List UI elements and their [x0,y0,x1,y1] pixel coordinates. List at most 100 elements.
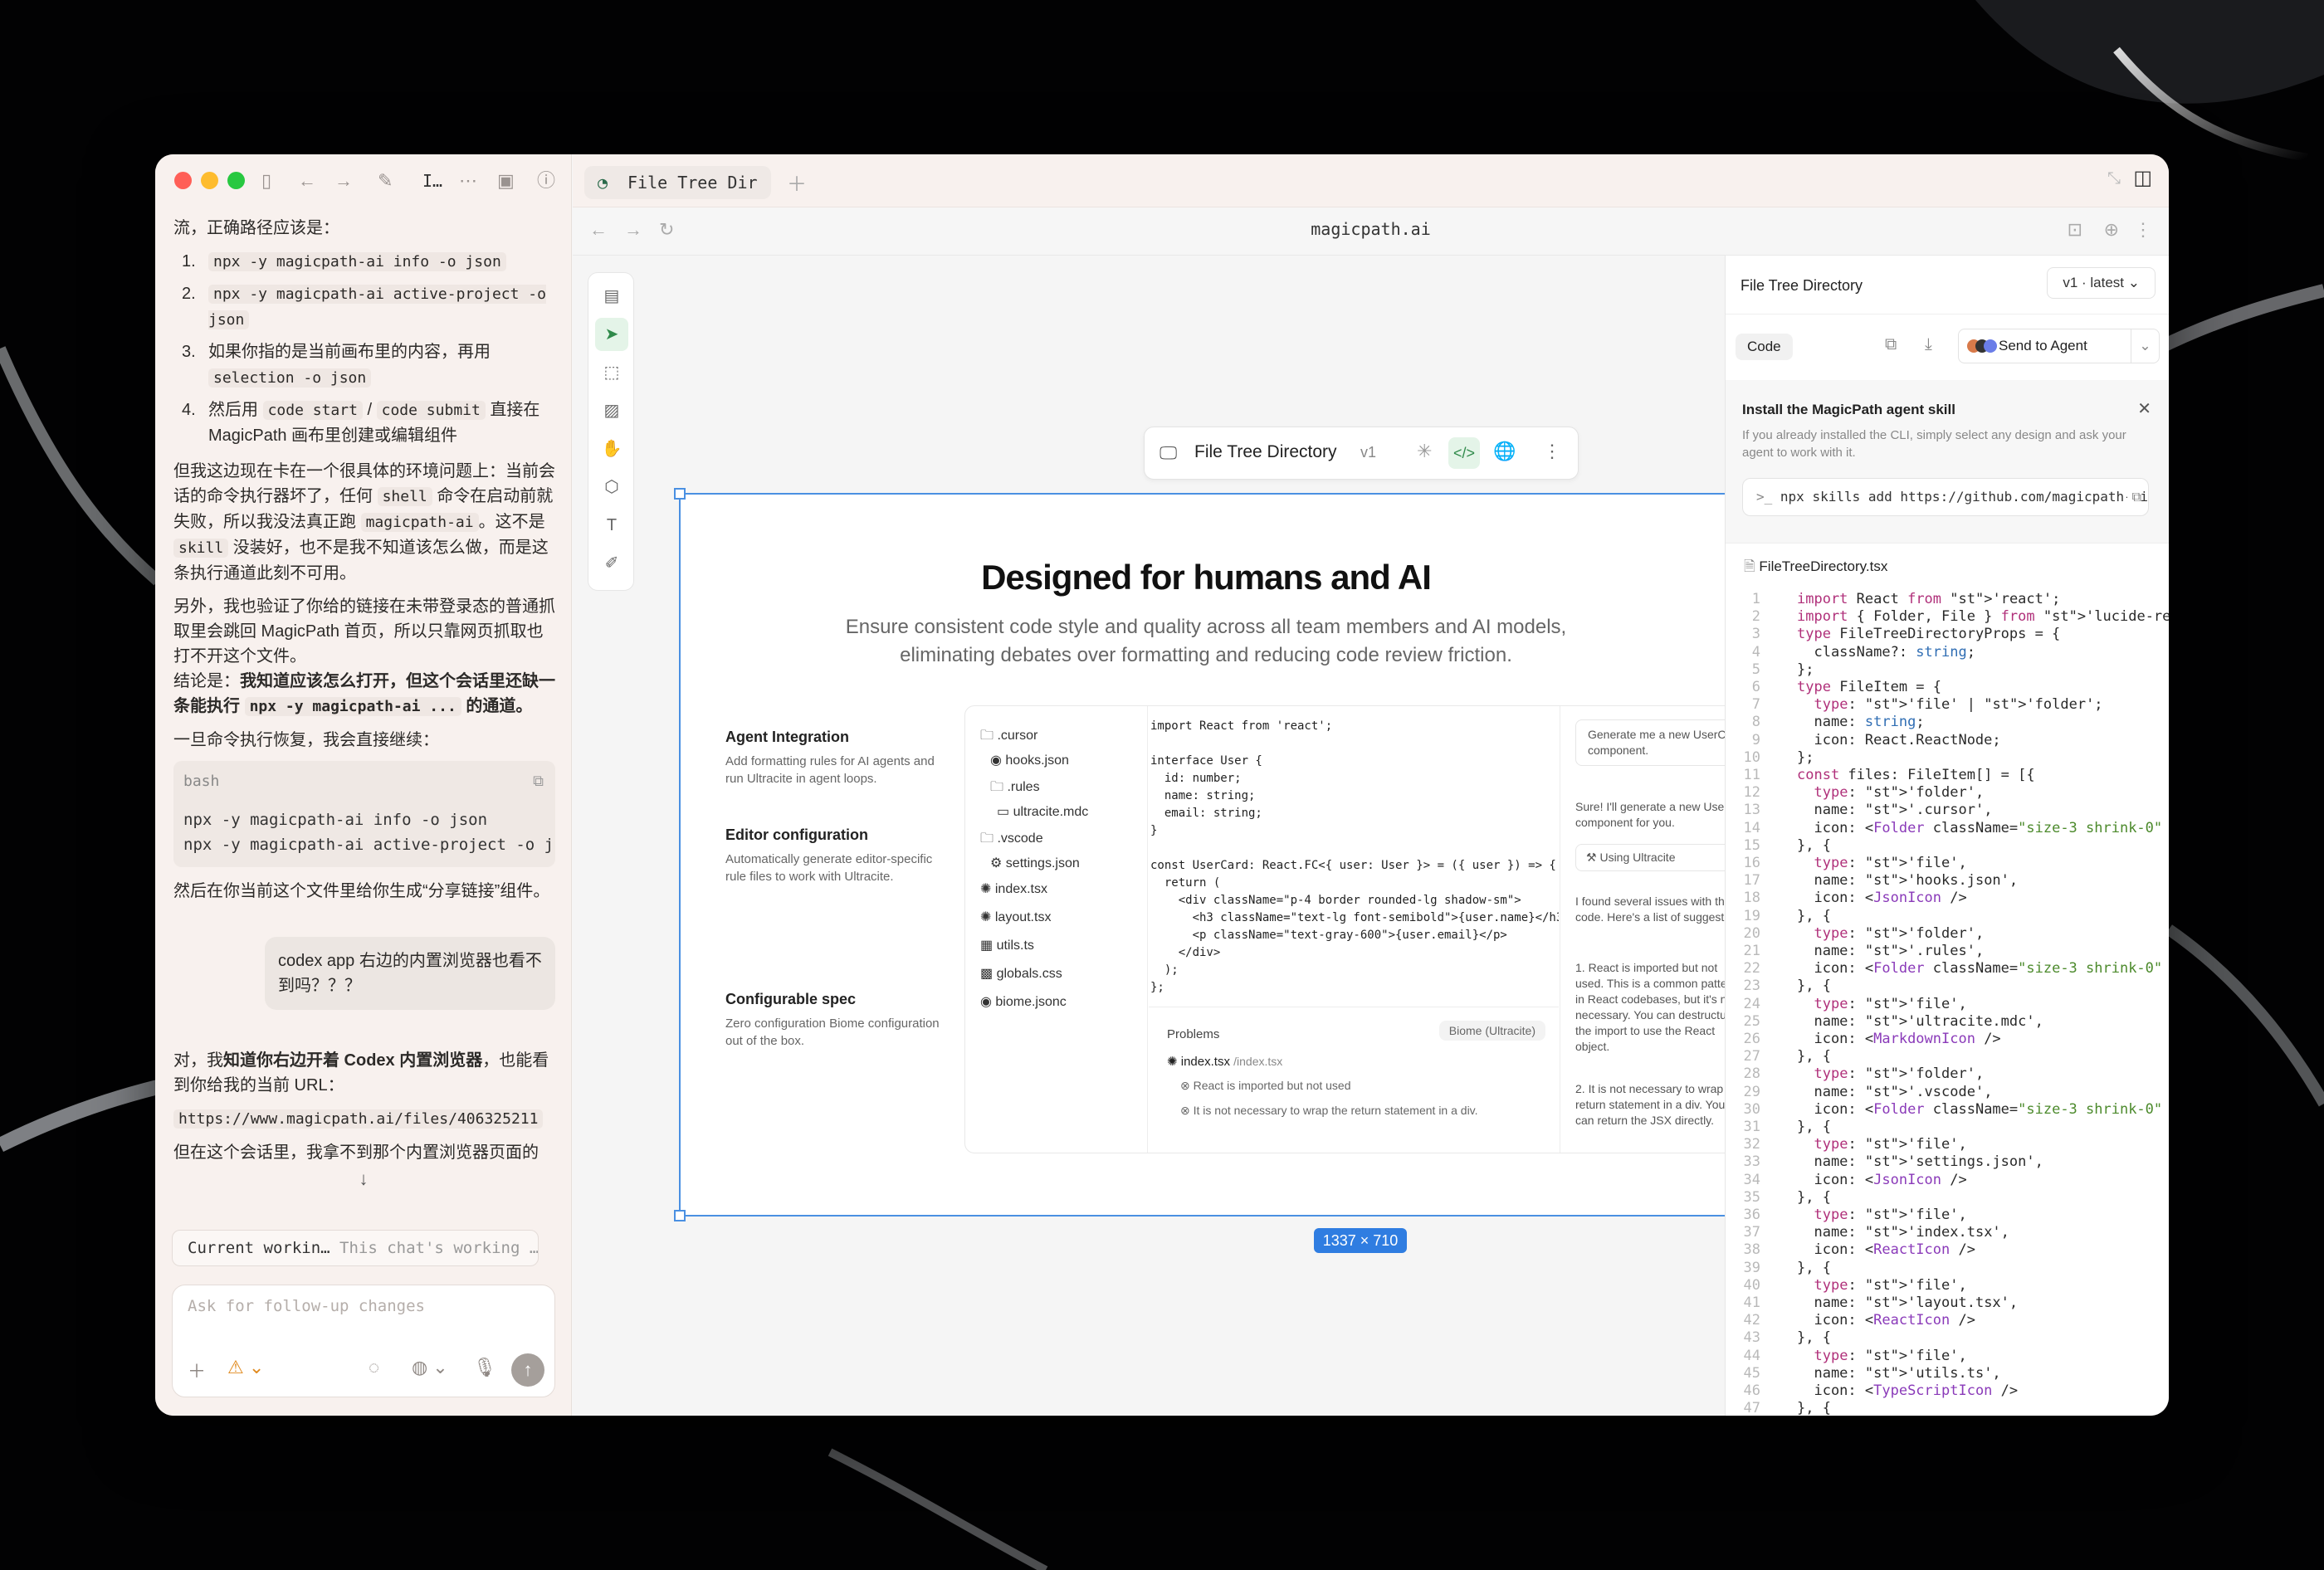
model-selector-icon[interactable]: ◍ ⌄ [412,1357,448,1378]
new-tab-icon[interactable]: ＋ [787,168,807,197]
browser-toolbar: ← → ↻ magicpath.ai ⊡ ⊕ ⋮ [573,207,2169,256]
tab-code[interactable]: Code [1736,334,1793,360]
new-chat-icon[interactable]: ✎ [378,169,393,193]
line-number: 32 [1743,1136,1760,1153]
code-line: type: "st">'file', [1814,855,1967,871]
install-title: Install the MagicPath agent skill [1742,402,1955,417]
file-tree: 🗀 .cursor ◉ hooks.json 🗀 .rules ▭ ultrac… [965,706,1148,1153]
hand-tool-icon[interactable]: ✋ [595,432,628,466]
draw-tool-icon[interactable]: ✐ [595,547,628,580]
forward-arrow-icon[interactable]: → [334,169,353,193]
image-tool-icon[interactable]: ▨ [595,394,628,427]
line-number: 10 [1743,748,1760,766]
collapse-icon[interactable]: ⤡ [2107,169,2121,188]
code-line: email: string; [1150,807,1262,820]
line-number: 36 [1743,1207,1760,1223]
sidebar-toggle-icon[interactable]: ▯ [261,169,271,193]
line-number: 39 [1743,1259,1760,1276]
version-select[interactable]: v1 · latest ⌄ [2047,267,2156,299]
zoom-window-button[interactable] [227,172,245,189]
component-name: File Tree Directory [1194,442,1337,461]
list-item: 3. 如果你指的是当前画布里的内容，再用 selection -o json [182,343,491,388]
screenshot-icon[interactable]: ⊡ [2068,219,2082,241]
code-line: type: "st">'file' | "st">'folder'; [1814,696,2103,714]
code-line: name: "st">'.vscode', [1797,1083,1993,1100]
menu-icon[interactable]: ⋮ [2134,219,2152,241]
close-icon[interactable]: ✕ [2137,398,2151,419]
loading-spinner-icon[interactable]: ✳ [1417,441,1432,462]
composer-input[interactable]: Ask for follow-up changes [188,1297,425,1315]
line-number: 24 [1743,995,1760,1012]
code-line: id: number; [1150,772,1242,785]
more-icon[interactable]: ⋯ [459,169,477,193]
copy-icon[interactable]: ⧉ [533,769,544,794]
layers-icon[interactable]: ▤ [595,280,628,313]
line-number: 40 [1743,1276,1760,1294]
shapes-tool-icon[interactable]: ⬡ [595,471,628,504]
close-window-button[interactable] [174,172,192,189]
more-options-icon[interactable]: ⋮ [1543,441,1561,462]
send-button[interactable]: ↑ [511,1353,544,1387]
design-canvas[interactable]: ▤ ➤ ⬚ ▨ ✋ ⬡ T ✐ 🖵 File Tree Directory v1… [573,256,1745,1416]
globe-icon[interactable]: 🌐 [1493,441,1516,462]
split-view-icon[interactable]: ◫ [2133,166,2152,190]
line-number: 20 [1743,924,1760,942]
line-number: 30 [1743,1100,1760,1118]
code-line: } [1150,824,1158,837]
code-line: }; [1797,748,1814,766]
download-icon[interactable]: ⤓ [1925,335,1932,354]
resize-handle[interactable] [674,1210,686,1221]
hero-title: Designed for humans and AI [981,558,1432,597]
code-line: icon: <ReactIcon /> [1797,1241,1975,1259]
file-tab[interactable]: 🗎 FileTreeDirectory.tsx [1744,556,1887,580]
selected-frame[interactable]: Designed for humans and AI Ensure consis… [674,488,1745,1221]
minimize-window-button[interactable] [201,172,218,189]
code-line: }, { [1797,1259,1831,1276]
line-number: 9 [1751,731,1760,748]
source-code-view: 1 import React from "st">'react'; 2 import … [1726,584,2169,1416]
code-line: const UserCard: React.FC<{ user: User }>… [1150,859,1556,872]
line-number: 37 [1743,1224,1760,1241]
add-icon[interactable]: ⊕ [2104,219,2119,241]
send-to-agent-button[interactable]: Send to Agent ⌄ [1958,329,2160,363]
browser-tab[interactable]: ◔ File Tree Dir [584,166,771,199]
code-language: bash [183,773,220,790]
code-line: icon: <JsonIcon /> [1797,890,1967,907]
line-number: 46 [1743,1382,1760,1399]
copy-command-icon[interactable]: ⧉ [2126,479,2141,515]
info-icon[interactable]: ⓘ [537,169,555,193]
add-attachment-icon[interactable]: ＋ [188,1357,206,1383]
code-line: }, { [1797,1329,1831,1347]
tree-item: ✺ layout.tsx [980,910,1052,924]
hero-subtitle: Ensure consistent code style and quality… [845,616,1567,638]
address-bar[interactable]: magicpath.ai [573,219,2169,239]
marquee-tool-icon[interactable]: ⬚ [595,356,628,389]
problems-panel: Problems Biome (Ultracite) ✺ index.tsx /… [1149,1007,1559,1153]
text-tool-icon[interactable]: T [595,509,628,542]
select-tool-icon[interactable]: ➤ [595,318,628,351]
line-number: 1 [1751,591,1760,607]
ai-chat-mockup: Generate me a new UserCard component. Su… [1560,706,1744,1153]
code-line: </div> [1150,946,1221,959]
code-panel: File Tree Directory v1 · latest ⌄ Code ⧉… [1725,256,2169,1416]
tool-rail: ▤ ➤ ⬚ ▨ ✋ ⬡ T ✐ [588,272,634,591]
back-arrow-icon[interactable]: ← [298,169,316,193]
terminal-icon[interactable]: ▣ [497,169,515,193]
code-line: name: string; [1797,714,1925,731]
scroll-down-icon[interactable]: ↓ [351,1168,376,1193]
code-line: icon: <MarkdownIcon /> [1797,1031,2001,1047]
resize-handle[interactable] [674,488,686,500]
permissions-icon[interactable]: ⚠ ⌄ [227,1357,264,1378]
feature-item: Agent Integration Add formatting rules fo… [725,729,935,786]
install-command[interactable]: >_ npx skills add https://github.com/mag… [1742,478,2149,516]
copy-icon[interactable]: ⧉ [1885,335,1897,354]
code-line: type: "st">'folder', [1814,1065,1985,1083]
tab-favicon-icon: ◔ [598,173,608,193]
code-view-icon[interactable]: </> [1448,437,1480,469]
line-number: 16 [1743,855,1760,871]
tool-call-chip: ⚒ Using Ultracite [1575,844,1733,871]
working-directory-chip[interactable]: Current workin… This chat's working … [172,1230,539,1266]
chevron-down-icon[interactable]: ⌄ [2131,329,2159,363]
microphone-icon[interactable]: 🎙 [473,1357,496,1378]
